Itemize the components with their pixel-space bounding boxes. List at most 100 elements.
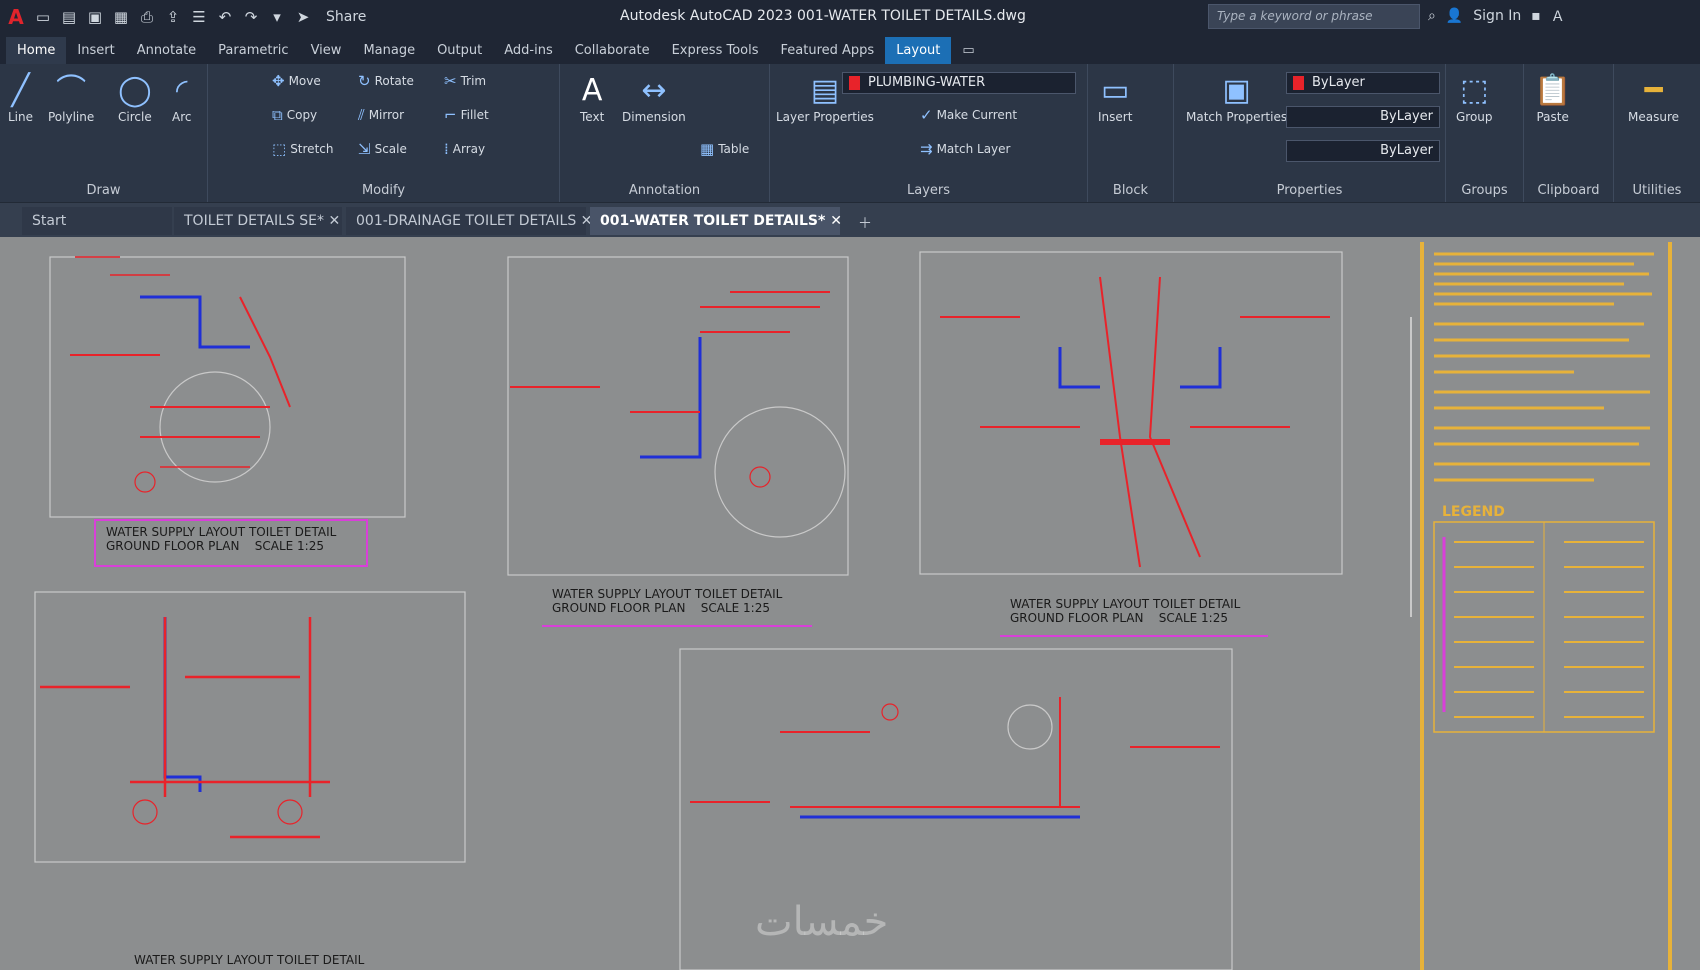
fillet-icon: ⌐ [444,106,457,124]
autocad-logo-icon[interactable]: A [4,5,28,29]
ribbon-tab-insert[interactable]: Insert [66,37,125,64]
clipboard-panel: 📋 Paste Clipboard [1524,64,1614,202]
circle-tool[interactable]: ◯ Circle [118,72,152,124]
table-tool[interactable]: ▦ Table [700,140,749,158]
group-tool[interactable]: ⬚ Group [1456,72,1493,124]
list-icon[interactable]: ☰ [188,6,210,28]
layer-color-swatch [849,75,860,90]
line-tool[interactable]: ╱ Line [8,72,33,124]
scale-tool[interactable]: ⇲ Scale [358,140,407,158]
utilities-panel: ━ Measure Utilities [1614,64,1700,202]
file-tab-water[interactable]: 001-WATER TOILET DETAILS* ✕ [590,207,842,235]
draw-panel-label[interactable]: Draw [0,183,207,198]
fillet-tool[interactable]: ⌐ Fillet [444,106,489,124]
ribbon-tab-express-tools[interactable]: Express Tools [661,37,770,64]
notes-lines-svg [1433,252,1655,733]
title-block-3: WATER SUPPLY LAYOUT TOILET DETAIL GROUND… [1000,593,1268,637]
binoculars-icon[interactable]: ⌕ [1428,8,1436,24]
ribbon-more-icon[interactable]: ▭ [951,37,985,64]
paste-tool[interactable]: 📋 Paste [1534,72,1571,124]
annotation-panel-label[interactable]: Annotation [560,183,769,198]
share-label[interactable]: Share [326,9,366,25]
search-input[interactable]: Type a keyword or phrase [1208,4,1420,29]
undo-icon[interactable]: ↶ [214,6,236,28]
line-icon: ╱ [11,73,30,108]
file-tab-toilet-details[interactable]: TOILET DETAILS SE* ✕ [174,207,342,235]
ribbon-tab-output[interactable]: Output [426,37,493,64]
redo-icon[interactable]: ↷ [240,6,262,28]
cart-icon[interactable]: ▪ [1531,8,1541,24]
user-icon[interactable]: 👤 [1446,8,1463,24]
layer-dropdown[interactable]: PLUMBING-WATER [842,72,1076,94]
annotation-panel: A Text ↔ Dimension ▦ Table Annotation [560,64,770,202]
ribbon-tab-parametric[interactable]: Parametric [207,37,299,64]
modify-panel-label[interactable]: Modify [208,183,559,198]
text-tool[interactable]: A Text [580,72,604,124]
linetype-dropdown[interactable]: ByLayer [1286,106,1440,128]
close-tab-icon[interactable]: ✕ [830,213,842,229]
ribbon-tab-collaborate[interactable]: Collaborate [564,37,661,64]
file-tab-start[interactable]: Start [22,207,172,235]
new-tab-button[interactable]: ＋ [848,207,882,235]
share-icon[interactable]: ➤ [292,6,314,28]
arc-tool[interactable]: ◜ Arc [172,72,191,124]
dimension-tool[interactable]: ↔ Dimension [622,72,686,124]
layers-panel-label[interactable]: Layers [770,183,1087,198]
array-tool[interactable]: ⁞ Array [444,140,485,158]
insert-tool[interactable]: ▭ Insert [1098,72,1132,124]
trim-icon: ✂ [444,72,457,90]
ribbon-tab-bar: Home Insert Annotate Parametric View Manage Ou… [0,34,1700,64]
make-current-button[interactable]: ✓ Make Current [920,106,1017,124]
draw-panel: ╱ Line ⌒ Polyline ◯ Circle ◜ Arc Draw [0,64,208,202]
drawing-canvas[interactable]: WATER SUPPLY LAYOUT TOILET DETAIL GROUND… [0,237,1700,970]
quick-access-toolbar: A ▭ ▤ ▣ ▦ ⎙ ⇪ ☰ ↶ ↷ ▾ ➤ Share [4,4,366,30]
save-icon[interactable]: ▣ [84,6,106,28]
help-icon[interactable]: Ａ [1551,6,1565,26]
open-file-icon[interactable]: ▤ [58,6,80,28]
save-as-icon[interactable]: ▦ [110,6,132,28]
scale-icon: ⇲ [358,140,371,158]
sign-in-button[interactable]: Sign In [1473,8,1521,24]
new-file-icon[interactable]: ▭ [32,6,54,28]
match-layer-button[interactable]: ⇉ Match Layer [920,140,1010,158]
file-tab-drainage[interactable]: 001-DRAINAGE TOILET DETAILS ✕ [346,207,592,235]
title-bar: A ▭ ▤ ▣ ▦ ⎙ ⇪ ☰ ↶ ↷ ▾ ➤ Share Autodesk A… [0,0,1700,34]
stretch-tool[interactable]: ⬚ Stretch [272,140,333,158]
groups-panel-label[interactable]: Groups [1446,183,1523,198]
title-block-1: WATER SUPPLY LAYOUT TOILET DETAIL GROUND… [94,519,368,567]
measure-tool[interactable]: ━ Measure [1628,72,1679,124]
trim-tool[interactable]: ✂ Trim [444,72,486,90]
ribbon-tab-manage[interactable]: Manage [352,37,426,64]
ribbon-tab-featured-apps[interactable]: Featured Apps [770,37,886,64]
block-panel-label[interactable]: Block [1088,183,1173,198]
plot-icon[interactable]: ⎙ [136,6,158,28]
rotate-tool[interactable]: ↻ Rotate [358,72,414,90]
mirror-tool[interactable]: ⫽ Mirror [358,106,404,124]
lineweight-dropdown[interactable]: ByLayer [1286,140,1440,162]
block-panel: ▭ Insert Block [1088,64,1174,202]
title-bar-right: ⌕ 👤 Sign In ▪ Ａ [1428,6,1565,26]
close-tab-icon[interactable]: ✕ [328,213,340,229]
watermark: خمسات [755,899,889,945]
make-current-icon: ✓ [920,106,933,124]
copy-tool[interactable]: ⧉ Copy [272,106,317,124]
utilities-panel-label[interactable]: Utilities [1614,183,1700,198]
polyline-tool[interactable]: ⌒ Polyline [48,72,94,124]
title-block-4: WATER SUPPLY LAYOUT TOILET DETAIL [134,953,365,967]
customize-icon[interactable]: ▾ [266,6,288,28]
color-dropdown[interactable]: ByLayer [1286,72,1440,94]
ribbon-tab-annotate[interactable]: Annotate [126,37,207,64]
ribbon-tab-view[interactable]: View [300,37,353,64]
match-properties-tool[interactable]: ▣ Match Properties [1186,72,1287,124]
move-icon: ✥ [272,72,285,90]
mirror-icon: ⫽ [358,106,365,124]
ribbon-tab-add-ins[interactable]: Add-ins [493,37,563,64]
ribbon-tab-layout[interactable]: Layout [885,37,952,64]
move-tool[interactable]: ✥ Move [272,72,321,90]
web-icon[interactable]: ⇪ [162,6,184,28]
title-block-2: WATER SUPPLY LAYOUT TOILET DETAIL GROUND… [542,583,812,627]
measure-icon: ━ [1644,73,1663,108]
clipboard-panel-label[interactable]: Clipboard [1524,183,1613,198]
ribbon-tab-home[interactable]: Home [6,37,67,64]
properties-panel-label[interactable]: Properties [1174,183,1445,198]
